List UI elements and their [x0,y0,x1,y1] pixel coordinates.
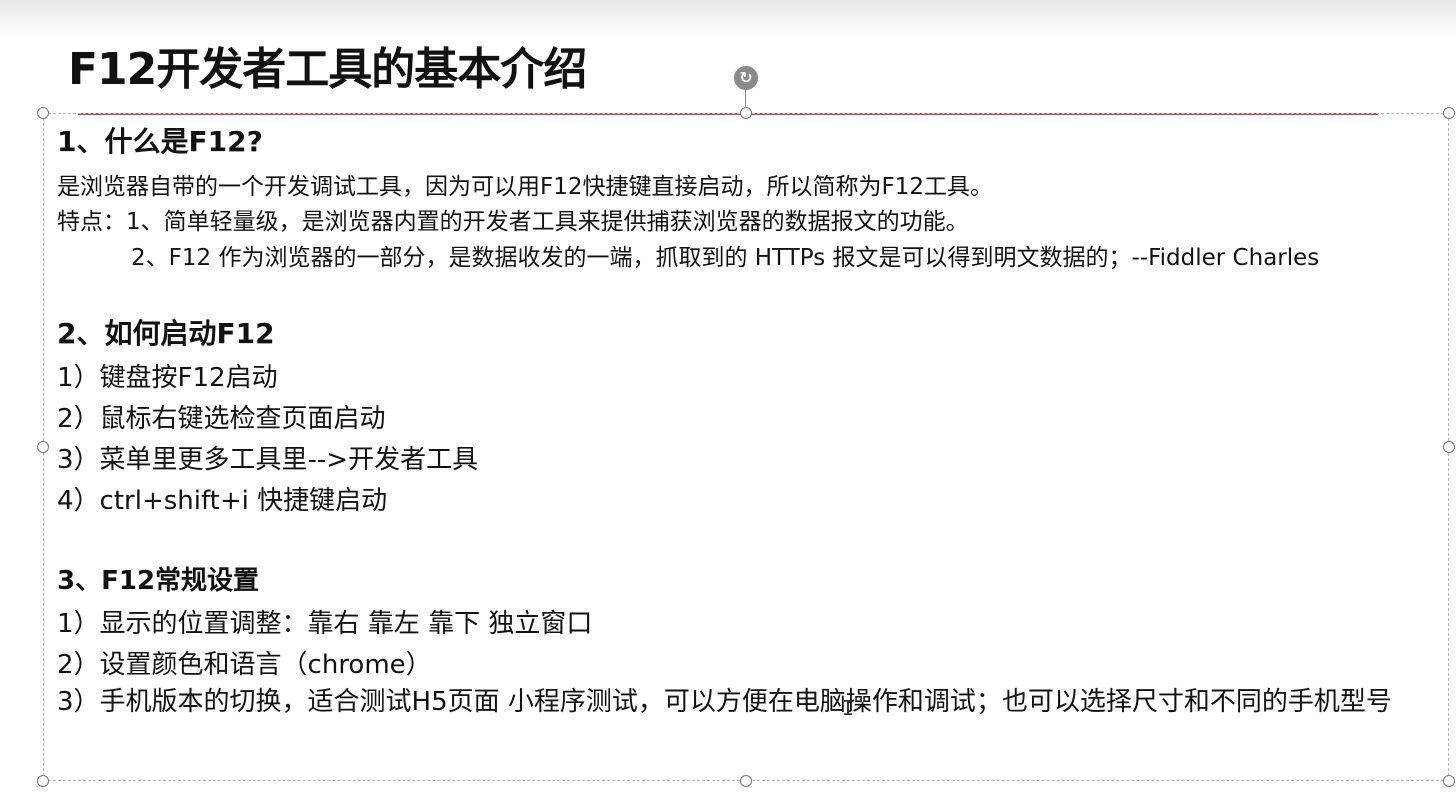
section2-item: 1）键盘按F12启动 [57,363,278,393]
resize-handle-left[interactable] [37,441,49,453]
section2-item: 3）菜单里更多工具里-->开发者工具 [57,445,479,475]
section2-item: 4）ctrl+shift+i 快捷键启动 [57,486,388,516]
section1-feature-2: 2、F12 作为浏览器的一部分，是数据收发的一端，抓取到的 HTTPs 报文是可… [131,245,1320,271]
section3-item: 3）手机版本的切换，适合测试H5页面 小程序测试，可以方便在电脑操作和调试；也可… [57,687,1392,717]
section3-heading: 3、F12常规设置 [57,566,260,596]
resize-handle-right[interactable] [1443,441,1455,453]
resize-handle-top-right[interactable] [1443,107,1455,119]
section2-heading: 2、如何启动F12 [57,317,275,350]
resize-handle-bottom-left[interactable] [37,775,49,787]
section1-feature-1: 特点：1、简单轻量级，是浏览器内置的开发者工具来提供捕获浏览器的数据报文的功能。 [57,209,969,235]
resize-handle-bottom[interactable] [740,775,752,787]
text-cursor-icon: I [842,696,855,720]
resize-handle-bottom-right[interactable] [1443,775,1455,787]
window-top-shade [0,0,1456,40]
section2-item: 2）鼠标右键选检查页面启动 [57,404,386,434]
resize-handle-top[interactable] [740,107,752,119]
slide-title[interactable]: F12开发者工具的基本介绍 [68,42,587,98]
section3-item: 1）显示的位置调整：靠右 靠左 靠下 独立窗口 [57,609,593,639]
section1-heading: 1、什么是F12? [57,125,263,158]
slide-canvas[interactable]: F12开发者工具的基本介绍 ↻ 1、什么是F12? 是浏览器自带的一个开发调试工… [0,0,1456,801]
resize-handle-top-left[interactable] [37,107,49,119]
rotate-icon[interactable]: ↻ [734,66,758,90]
section1-description: 是浏览器自带的一个开发调试工具，因为可以用F12快捷键直接启动，所以简称为F12… [57,174,993,200]
section3-item: 2）设置颜色和语言（chrome） [57,650,432,680]
